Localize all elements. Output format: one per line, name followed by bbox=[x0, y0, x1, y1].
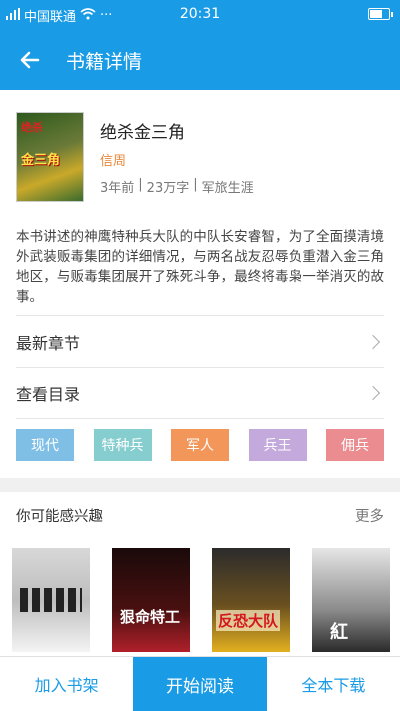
add-to-shelf-button[interactable]: 加入书架 bbox=[0, 657, 133, 711]
page-title: 书籍详情 bbox=[66, 50, 143, 73]
recommend-title: 你可能感兴趣 bbox=[16, 509, 103, 525]
book-title: 绝杀金三角 bbox=[100, 123, 185, 143]
cover-text: 反恐大队 bbox=[216, 610, 281, 631]
recommend-header: 你可能感兴趣 更多 bbox=[16, 505, 384, 526]
recommend-book-cover[interactable]: 反恐大队 bbox=[212, 548, 290, 652]
recommend-book-cover[interactable]: 紅 bbox=[312, 548, 390, 652]
status-bar: 中国联通 ··· 20:31 bbox=[0, 0, 400, 30]
chevron-right-icon bbox=[365, 334, 381, 349]
catalog-label: 查看目录 bbox=[16, 385, 81, 404]
bottom-action-bar: 加入书架 开始阅读 全本下载 bbox=[0, 656, 400, 711]
recommend-book-cover[interactable] bbox=[12, 548, 90, 652]
arrow-left-icon bbox=[20, 51, 40, 69]
battery-icon bbox=[368, 8, 393, 20]
catalog-row[interactable]: 查看目录 bbox=[16, 367, 384, 419]
chevron-right-icon bbox=[365, 385, 381, 401]
start-reading-button[interactable]: 开始阅读 bbox=[133, 657, 267, 711]
cover-title-text: 金三角 bbox=[21, 153, 61, 168]
book-updated: 3年前 bbox=[100, 181, 135, 196]
tag-item[interactable]: 佣兵 bbox=[326, 429, 384, 461]
section-divider bbox=[0, 478, 400, 492]
tag-list: 现代 特种兵 军人 兵王 佣兵 bbox=[16, 429, 384, 461]
meta-separator: | bbox=[138, 177, 143, 192]
recommend-list: 狠命特工 反恐大队 紅 bbox=[12, 548, 400, 652]
latest-chapter-row[interactable]: 最新章节 bbox=[16, 315, 384, 367]
app-bar: 书籍详情 bbox=[0, 30, 400, 90]
download-all-button[interactable]: 全本下载 bbox=[267, 657, 400, 711]
book-meta: 3年前 | 23万字 | 军旅生涯 bbox=[100, 177, 254, 196]
book-intro: 本书讲述的神鹰特种兵大队的中队长安睿智，为了全面摸清境外武装贩毒集团的详细情况，… bbox=[16, 229, 384, 305]
cover-text: 狠命特工 bbox=[120, 608, 181, 626]
tag-item[interactable]: 现代 bbox=[16, 429, 74, 461]
book-category: 军旅生涯 bbox=[201, 181, 254, 196]
tag-item[interactable]: 特种兵 bbox=[93, 429, 152, 461]
meta-separator: | bbox=[193, 177, 198, 192]
recommend-book-cover[interactable]: 狠命特工 bbox=[112, 548, 190, 652]
tag-item[interactable]: 兵王 bbox=[248, 429, 307, 461]
status-time: 20:31 bbox=[179, 6, 221, 22]
more-link[interactable]: 更多 bbox=[355, 505, 384, 526]
book-author[interactable]: 信周 bbox=[100, 150, 126, 169]
cover-small-text: 绝杀 bbox=[21, 121, 43, 134]
book-cover[interactable]: 绝杀 金三角 bbox=[16, 112, 84, 202]
book-word-count: 23万字 bbox=[146, 181, 190, 196]
latest-chapter-label: 最新章节 bbox=[16, 333, 81, 353]
book-info: 绝杀 金三角 绝杀金三角 信周 3年前 | 23万字 | 军旅生涯 bbox=[16, 112, 386, 204]
back-button[interactable] bbox=[0, 30, 60, 90]
cover-text: 紅 bbox=[330, 622, 348, 643]
tag-item[interactable]: 军人 bbox=[171, 429, 229, 461]
